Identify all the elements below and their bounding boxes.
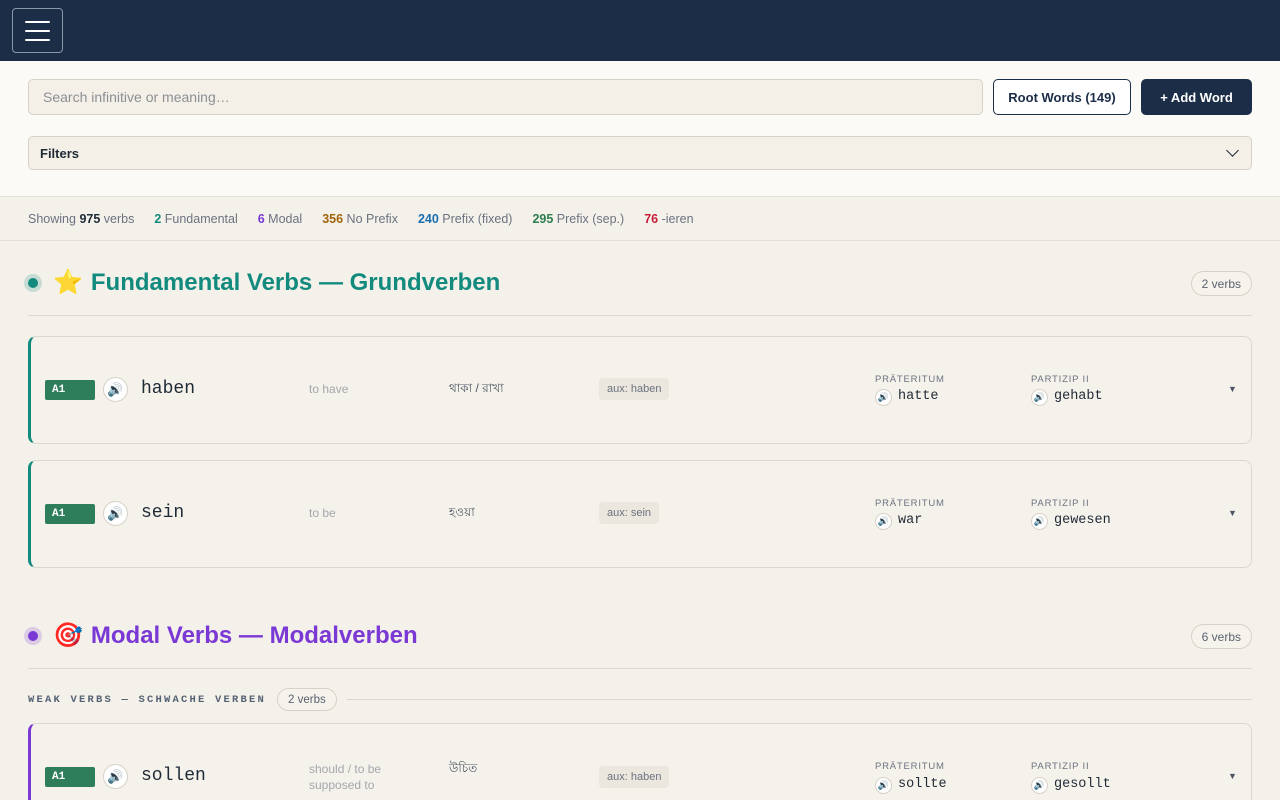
level-badge: A1 [45,504,95,524]
praeteritum-label: PRÄTERITUM [875,761,945,772]
speaker-icon[interactable]: 🔊 [875,389,892,406]
verb-card-haben[interactable]: A1 🔊 haben to have থাকা / রাখা aux: habe… [28,336,1252,444]
praeteritum-label: PRÄTERITUM [875,374,945,385]
stat-no-prefix: 356 No Prefix [322,211,398,226]
subsection-count-badge: 2 verbs [277,688,337,711]
speaker-icon[interactable]: 🔊 [103,377,128,402]
target-icon: 🎯 [53,622,83,649]
section-count-badge: 6 verbs [1190,624,1252,649]
showing-count: Showing 975 verbs [28,211,135,226]
subsection-divider [346,699,1252,700]
level-badge: A1 [45,767,95,787]
section-dot [28,278,38,288]
infinitive: sollen [141,766,206,786]
praeteritum-value: sollte [898,777,947,792]
expand-caret-icon[interactable]: ▼ [1228,508,1237,518]
filters-label: Filters [40,145,80,161]
section-count-badge: 2 verbs [1190,271,1252,296]
section-header-fundamental: ⭐ Fundamental Verbs — Grundverben 2 verb… [28,265,1252,301]
verb-card-sein[interactable]: A1 🔊 sein to be হওয়া aux: sein PRÄTERIT… [28,460,1252,568]
partizip-value: gewesen [1054,513,1111,528]
aux-badge: aux: haben [599,378,670,400]
speaker-icon[interactable]: 🔊 [1031,513,1048,530]
praeteritum-value: war [898,513,923,528]
stat-prefix-separable: 295 Prefix (sep.) [532,211,625,226]
bengali-meaning: হওয়া [449,505,475,519]
meaning: to have [309,382,349,396]
expand-caret-icon[interactable]: ▼ [1228,771,1237,781]
speaker-icon[interactable]: 🔊 [1031,389,1048,406]
subsection-header-weak-verbs: WEAK VERBS — SCHWACHE VERBEN 2 verbs [28,688,1252,711]
speaker-icon[interactable]: 🔊 [875,777,892,794]
section-divider [28,668,1252,669]
section-header-modal: 🎯 Modal Verbs — Modalverben 6 verbs [28,618,1252,654]
bengali-meaning: উচিত [449,761,478,775]
search-input[interactable] [28,79,983,115]
stats-bar: Showing 975 verbs 2 Fundamental 6 Modal … [0,197,1280,241]
praeteritum-label: PRÄTERITUM [875,498,945,509]
expand-caret-icon[interactable]: ▼ [1228,384,1237,394]
level-badge: A1 [45,380,95,400]
speaker-icon[interactable]: 🔊 [875,513,892,530]
speaker-icon[interactable]: 🔊 [1031,777,1048,794]
subsection-label: WEAK VERBS — SCHWACHE VERBEN [28,693,267,706]
chevron-down-icon [1226,144,1239,157]
filters-dropdown[interactable]: Filters [28,136,1252,170]
aux-badge: aux: sein [599,502,660,524]
stat-modal: 6 Modal [257,211,303,226]
partizip-value: gesollt [1054,777,1111,792]
bengali-meaning: থাকা / রাখা [449,381,504,395]
top-bar [0,0,1280,61]
infinitive: sein [141,503,185,523]
section-divider [28,315,1252,316]
stat-ieren: 76 -ieren [644,211,694,226]
partizip-value: gehabt [1054,389,1103,404]
section-title: Fundamental Verbs — Grundverben [90,269,501,296]
aux-badge: aux: haben [599,766,670,788]
section-title: Modal Verbs — Modalverben [90,622,418,649]
add-word-button[interactable]: + Add Word [1141,79,1252,115]
partizip-label: PARTIZIP II [1031,761,1090,772]
root-words-button[interactable]: Root Words (149) [993,79,1131,115]
section-dot [28,631,38,641]
speaker-icon[interactable]: 🔊 [103,764,128,789]
hamburger-menu-button[interactable] [12,8,63,53]
infinitive: haben [141,379,196,399]
praeteritum-value: hatte [898,389,939,404]
stat-prefix-fixed: 240 Prefix (fixed) [417,211,513,226]
partizip-label: PARTIZIP II [1031,498,1090,509]
partizip-label: PARTIZIP II [1031,374,1090,385]
meaning: to be [309,506,336,520]
hamburger-menu-icon [25,20,50,23]
controls-panel: Root Words (149) + Add Word Filters [0,61,1280,197]
speaker-icon[interactable]: 🔊 [103,501,128,526]
star-icon: ⭐ [53,269,83,296]
stat-fundamental: 2 Fundamental [154,211,238,226]
verb-card-sollen[interactable]: A1 🔊 sollen should / to be supposed to উ… [28,723,1252,800]
meaning: should / to be supposed to [309,762,382,792]
